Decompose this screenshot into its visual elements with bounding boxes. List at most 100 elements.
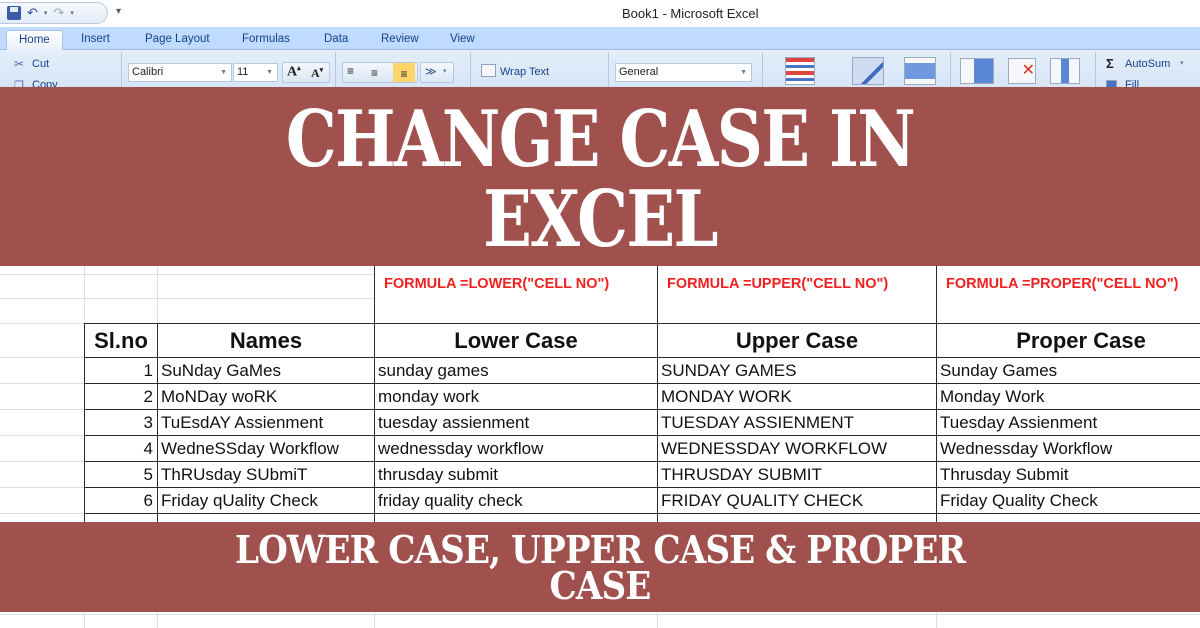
align-bottom-icon[interactable]: ≡ [393,63,415,82]
tab-review[interactable]: Review [381,30,419,50]
wrap-text-button[interactable]: Wrap Text [500,66,549,78]
font-size-combo[interactable]: 11 ▼ [233,63,278,82]
gridline [0,461,84,462]
cell-proper[interactable]: Wednessday Workflow [940,436,1200,462]
tab-view[interactable]: View [450,30,475,50]
cell-lower[interactable]: tuesday assienment [378,410,656,436]
undo-dropdown-icon[interactable]: ▾ [44,9,48,17]
group-divider [608,52,609,90]
delete-cells-icon[interactable]: ✕ [1008,58,1036,84]
format-cells-icon[interactable] [1050,58,1080,84]
gridline [0,435,84,436]
gridline [0,357,84,358]
cell-proper[interactable]: Tuesday Assienment [940,410,1200,436]
wrap-text-icon [481,64,496,77]
cell-upper[interactable]: FRIDAY QUALITY CHECK [661,488,935,514]
cell-border [374,266,375,522]
cell-upper[interactable]: SUNDAY GAMES [661,358,935,384]
grow-font-icon[interactable]: A▴ [287,64,301,81]
orientation-icon: ≫ [425,66,437,78]
header-names[interactable]: Names [158,326,374,356]
header-lower-case[interactable]: Lower Case [375,326,657,356]
chevron-down-icon: ▾ [1180,60,1184,67]
cut-button[interactable]: Cut [32,58,49,70]
cell-slno[interactable]: 2 [85,384,153,410]
cell-lower[interactable]: wednessday workflow [378,436,656,462]
window-title: Book1 - Microsoft Excel [622,6,759,21]
gridline [0,323,84,324]
number-format-value: General [619,66,659,78]
worksheet-grid-lower[interactable] [0,612,1200,628]
cell-name[interactable]: SuNday GaMes [161,358,373,384]
font-size-value: 11 [237,66,249,78]
gridline [0,274,374,275]
gridline [157,612,158,628]
customize-toolbar-icon[interactable]: ▾ [116,6,121,17]
cell-proper[interactable]: Sunday Games [940,358,1200,384]
cell-slno[interactable]: 4 [85,436,153,462]
cell-upper[interactable]: MONDAY WORK [661,384,935,410]
tab-data[interactable]: Data [324,30,348,50]
group-divider [762,52,763,90]
cell-slno[interactable]: 6 [85,488,153,514]
cell-slno[interactable]: 3 [85,410,153,436]
title-banner: CHANGE CASE IN EXCEL [0,87,1200,266]
number-format-combo[interactable]: General ▼ [615,63,752,82]
cell-upper[interactable]: THRUSDAY SUBMIT [661,462,935,488]
worksheet-grid[interactable]: FORMULA =LOWER("CELL NO") FORMULA =UPPER… [0,266,1200,522]
cell-name[interactable]: Friday qUality Check [161,488,373,514]
tab-page-layout[interactable]: Page Layout [145,30,210,50]
group-divider [335,52,336,90]
formula-note-upper[interactable]: FORMULA =UPPER("CELL NO") [667,274,933,294]
cell-upper[interactable]: TUESDAY ASSIENMENT [661,410,935,436]
font-name-combo[interactable]: Calibri ▼ [128,63,232,82]
shrink-font-icon[interactable]: A▾ [311,66,323,81]
header-upper-case[interactable]: Upper Case [658,326,936,356]
undo-icon[interactable]: ↶ [27,6,38,20]
redo-dropdown-icon[interactable]: ▾ [70,9,74,17]
cell-lower[interactable]: monday work [378,384,656,410]
chevron-down-icon: ▾ [443,68,447,75]
font-grow-shrink-group: A▴ A▾ [282,62,330,83]
cell-name[interactable]: ThRUsday SUbmiT [161,462,373,488]
cell-lower[interactable]: sunday games [378,358,656,384]
cell-name[interactable]: TuEsdAY Assienment [161,410,373,436]
formula-note-lower[interactable]: FORMULA =LOWER("CELL NO") [384,274,654,294]
cell-lower[interactable]: thrusday submit [378,462,656,488]
cell-border [657,266,658,522]
gridline [0,614,1200,615]
header-proper-case[interactable]: Proper Case [937,326,1200,356]
banner-subtitle-line-2: CASE [549,563,652,608]
save-icon[interactable] [7,6,21,20]
formula-note-proper[interactable]: FORMULA =PROPER("CELL NO") [946,274,1200,294]
orientation-button[interactable]: ≫ ▾ [420,62,454,83]
cell-name[interactable]: WedneSSday Workflow [161,436,373,462]
align-middle-icon[interactable]: ≡ [371,66,378,80]
cell-proper[interactable]: Thrusday Submit [940,462,1200,488]
format-as-table-icon[interactable] [852,57,884,85]
cell-styles-icon[interactable] [904,57,936,85]
banner-title-line-1: CHANGE CASE IN [285,94,916,185]
alignment-group: ≡ ≡ ≡ [342,62,418,83]
group-divider [1095,52,1096,90]
gridline [0,487,84,488]
redo-icon[interactable]: ↷ [53,6,64,20]
cell-proper[interactable]: Monday Work [940,384,1200,410]
conditional-formatting-icon[interactable] [785,57,815,85]
align-top-icon[interactable]: ≡ [347,64,354,78]
autosum-button[interactable]: AutoSum [1125,58,1170,70]
header-slno[interactable]: Sl.no [85,326,157,356]
cell-upper[interactable]: WEDNESSDAY WORKFLOW [661,436,935,462]
cell-slno[interactable]: 1 [85,358,153,384]
cell-slno[interactable]: 5 [85,462,153,488]
ribbon-tabs: Home Insert Page Layout Formulas Data Re… [0,27,1200,50]
font-name-value: Calibri [132,66,164,78]
cell-lower[interactable]: friday quality check [378,488,656,514]
cell-name[interactable]: MoNDay woRK [161,384,373,410]
tab-home[interactable]: Home [6,30,63,50]
tab-formulas[interactable]: Formulas [242,30,290,50]
insert-cells-icon[interactable] [960,58,994,84]
tab-insert[interactable]: Insert [81,30,110,50]
cell-proper[interactable]: Friday Quality Check [940,488,1200,514]
cell-border [936,266,937,522]
